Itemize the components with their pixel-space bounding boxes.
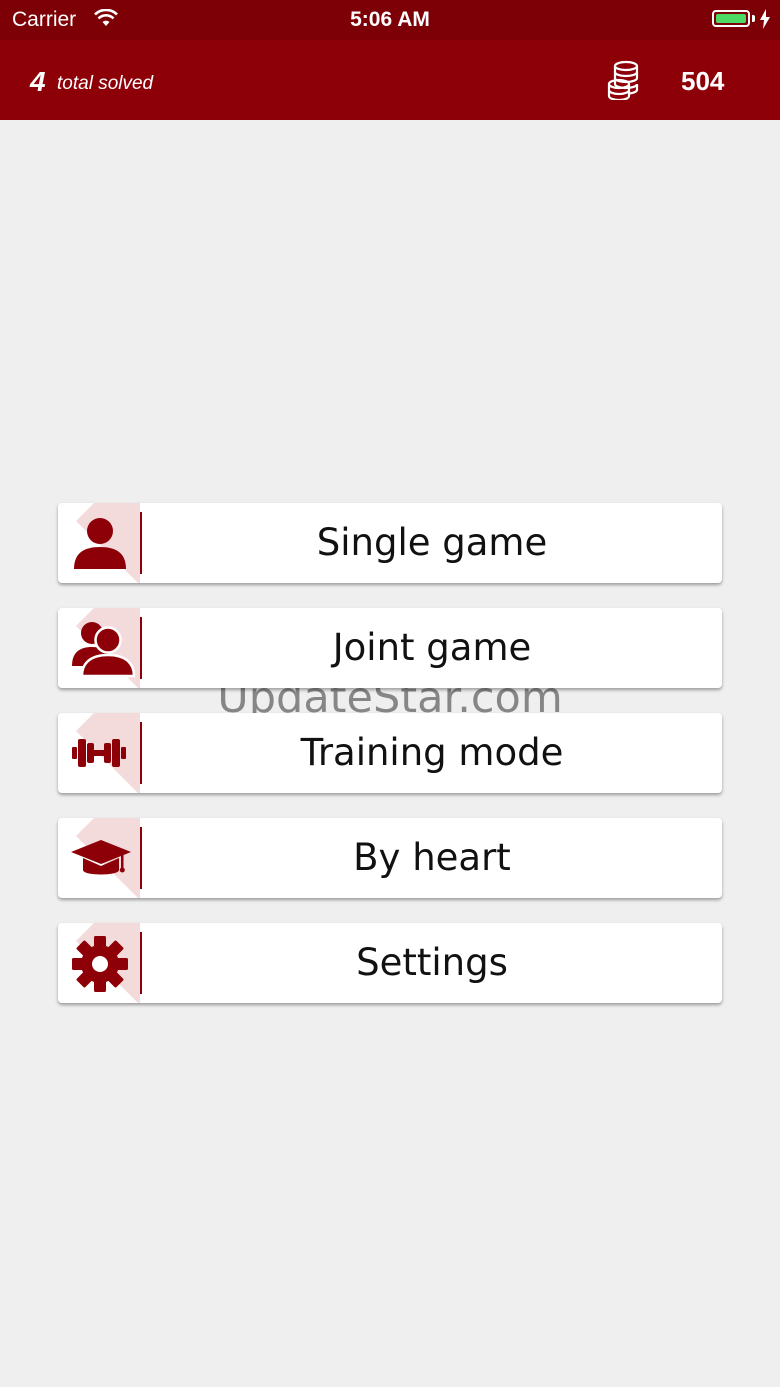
joint-game-label: Joint game <box>332 626 532 669</box>
settings-label: Settings <box>356 941 508 984</box>
training-mode-label: Training mode <box>300 731 564 774</box>
coins-count: 504 <box>681 66 725 96</box>
coins-icon <box>607 60 639 100</box>
icon-area <box>58 503 140 583</box>
solved-count: 4 <box>30 66 46 97</box>
single-game-label: Single game <box>316 521 548 564</box>
settings-button[interactable]: Settings <box>58 923 722 1003</box>
joint-game-button[interactable]: Joint game <box>58 608 722 688</box>
charging-bolt-icon <box>760 9 770 29</box>
icon-area <box>58 923 140 1003</box>
status-time: 5:06 AM <box>350 8 430 31</box>
graduation-cap-icon <box>71 840 131 875</box>
by-heart-button[interactable]: By heart <box>58 818 722 898</box>
solved-label: total solved <box>57 73 154 94</box>
status-bar: Carrier 5:06 AM <box>0 0 780 40</box>
single-game-button[interactable]: Single game <box>58 503 722 583</box>
gear-icon <box>72 936 128 992</box>
app-header: 4 total solved 504 <box>0 40 780 120</box>
by-heart-label: By heart <box>353 836 511 879</box>
icon-area <box>58 713 140 793</box>
icon-area <box>58 818 140 898</box>
people-icon <box>72 622 136 678</box>
person-icon <box>74 518 126 569</box>
icon-area <box>58 608 140 688</box>
main-menu: Single game Joint game Training mode By … <box>58 503 722 1028</box>
training-mode-button[interactable]: Training mode <box>58 713 722 793</box>
dumbbell-icon <box>72 739 126 767</box>
battery-icon <box>712 10 750 27</box>
battery-tip <box>752 15 755 22</box>
